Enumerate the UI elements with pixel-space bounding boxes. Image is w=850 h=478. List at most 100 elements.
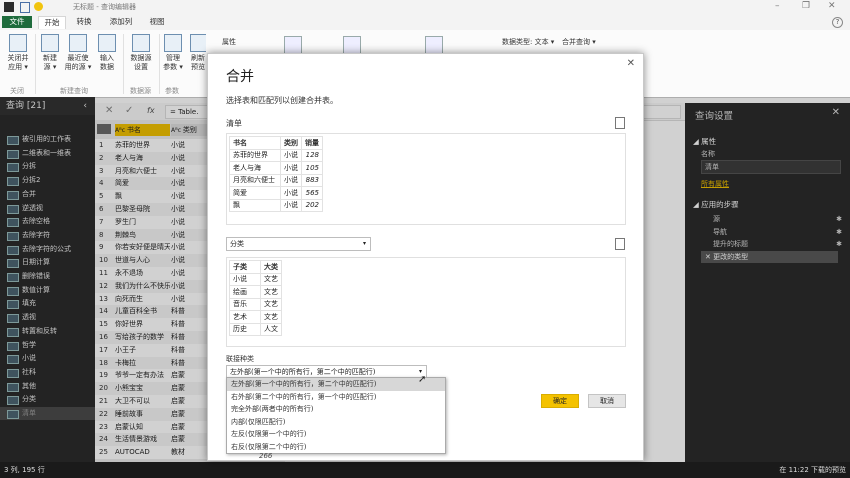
partial-cell-value: 266: [259, 452, 273, 460]
manage-columns-icon[interactable]: [284, 36, 302, 54]
join-kind-option[interactable]: 内部(仅限匹配行): [227, 416, 445, 429]
column-header[interactable]: 大类: [260, 260, 282, 274]
table-row: 音乐 文艺: [229, 297, 282, 311]
table-cell: 小说: [280, 198, 302, 212]
ribbon-tabs: 文件 开始 转换 添加列 视图 ?: [0, 14, 850, 30]
dialog-title: 合并: [226, 69, 254, 85]
table-cell: 飘: [229, 198, 281, 212]
mouse-cursor-icon: ➚: [418, 374, 427, 385]
join-kind-option[interactable]: 左外部(第一个中的所有行，第二个中的匹配行): [227, 378, 445, 391]
enter-data-button[interactable]: 输入 数据: [95, 34, 119, 72]
window-title: 无标题 - 查询编辑器: [73, 3, 136, 11]
gear-icon: [132, 34, 150, 52]
table-row: 简爱 小说 565: [229, 186, 323, 200]
table-cell: 小说: [280, 148, 302, 162]
tab-add-column[interactable]: 添加列: [104, 16, 138, 28]
table2-grid: 子类 大类 小说 文艺 绘画 文艺 音乐 文艺 艺术 文艺 历史 人文: [229, 260, 282, 336]
table-cell: 小说: [229, 272, 261, 286]
new-source-button[interactable]: 新建 源 ▾: [38, 34, 62, 72]
ok-button[interactable]: 确定: [541, 394, 579, 408]
table-cell: 105: [301, 161, 323, 175]
data-source-settings-button[interactable]: 数据源 设置: [126, 34, 156, 72]
cancel-button[interactable]: 取消: [588, 394, 626, 408]
tab-transform[interactable]: 转换: [70, 16, 98, 28]
column-header[interactable]: 子类: [229, 260, 261, 274]
table1-grid: 书名 类别 销量 苏菲的世界 小说 128 老人与海 小说 105 月亮和六便士 小说 883 简爱 小说…: [229, 136, 323, 212]
close-icon[interactable]: ✕: [828, 1, 836, 11]
table-icon: [98, 34, 116, 52]
join-kind-option[interactable]: 右外部(第二个中的所有行，第一个中的匹配行): [227, 391, 445, 404]
table1-name: 清单: [226, 119, 242, 128]
join-kind-option[interactable]: 完全外部(两者中的所有行): [227, 403, 445, 416]
keep-rows-icon[interactable]: [343, 36, 361, 54]
table-row: 历史 人文: [229, 322, 282, 336]
table-row: 老人与海 小说 105: [229, 161, 323, 175]
table-cell: 人文: [260, 322, 282, 336]
split-column-icon[interactable]: [425, 36, 443, 54]
table1-preview: 书名 类别 销量 苏菲的世界 小说 128 老人与海 小说 105 月亮和六便士 小说 883 简爱 小说…: [226, 133, 626, 225]
table-cell: 简爱: [229, 186, 281, 200]
status-preview-time: 在 11:22 下载的预览: [779, 466, 846, 474]
table-cell: 128: [301, 148, 323, 162]
tab-home[interactable]: 开始: [38, 16, 66, 29]
table2-select[interactable]: 分类 ▾: [226, 237, 371, 251]
table-cell: 文艺: [260, 310, 282, 324]
tab-file[interactable]: 文件: [2, 16, 32, 28]
table-row: 苏菲的世界 小说 128: [229, 148, 323, 162]
column-header[interactable]: 销量: [301, 136, 323, 150]
table-row: 小说 文艺: [229, 272, 282, 286]
help-icon[interactable]: ?: [832, 17, 843, 28]
table-header-row: 书名 类别 销量: [229, 136, 323, 150]
new-source-icon: [41, 34, 59, 52]
properties-button[interactable]: 属性: [222, 37, 236, 47]
table-cell: 883: [301, 173, 323, 187]
tab-view[interactable]: 视图: [144, 16, 170, 28]
table-cell: 音乐: [229, 297, 261, 311]
table-cell: 文艺: [260, 297, 282, 311]
table-cell: 小说: [280, 161, 302, 175]
dialog-subtitle: 选择表和匹配列以创建合并表。: [226, 96, 338, 105]
ribbon-separator: [123, 34, 124, 94]
table-cell: 月亮和六便士: [229, 173, 281, 187]
merge-dialog: 合并 ✕ 选择表和匹配列以创建合并表。 清单 书名 类别 销量 苏菲的世界 小说 128 老…: [207, 53, 644, 461]
table-header-row: 子类 大类: [229, 260, 282, 274]
document-icon[interactable]: [615, 238, 625, 250]
chevron-down-icon: ▾: [362, 240, 366, 247]
column-header[interactable]: 类别: [280, 136, 302, 150]
smiley-icon[interactable]: [34, 2, 43, 11]
join-kind-dropdown-list: 左外部(第一个中的所有行，第二个中的匹配行) 右外部(第二个中的所有行，第一个中的…: [226, 377, 446, 454]
parameters-icon: [164, 34, 182, 52]
table-cell: 老人与海: [229, 161, 281, 175]
table-cell: 历史: [229, 322, 261, 336]
ribbon-separator: [35, 34, 36, 94]
close-apply-button[interactable]: 关闭并 应用 ▾: [4, 34, 32, 72]
data-type-dropdown[interactable]: 数据类型: 文本 ▾: [502, 37, 554, 47]
restore-icon[interactable]: ❐: [802, 1, 810, 11]
close-icon[interactable]: ✕: [627, 58, 635, 69]
minimize-icon[interactable]: –: [775, 1, 780, 11]
group-data-source: 数据源: [130, 87, 151, 95]
column-header[interactable]: 书名: [229, 136, 281, 150]
table-cell: 202: [301, 198, 323, 212]
recent-sources-button[interactable]: 最近使 用的源 ▾: [63, 34, 93, 72]
table-cell: 文艺: [260, 272, 282, 286]
table-cell: 艺术: [229, 310, 261, 324]
group-close: 关闭: [10, 87, 24, 95]
group-parameters: 参数: [165, 87, 179, 95]
merge-queries-button[interactable]: 合并查询 ▾: [562, 37, 596, 47]
table-cell: 小说: [280, 186, 302, 200]
table2-preview: 子类 大类 小说 文艺 绘画 文艺 音乐 文艺 艺术 文艺 历史 人文: [226, 257, 626, 347]
table-cell: 绘画: [229, 285, 261, 299]
save-icon[interactable]: [20, 2, 30, 13]
table-cell: 文艺: [260, 285, 282, 299]
join-kind-label: 联接种类: [226, 355, 254, 363]
table-cell: 小说: [280, 173, 302, 187]
table-row: 飘小说 202: [229, 198, 323, 212]
join-kind-option[interactable]: 左反(仅限第一个中的行): [227, 428, 445, 441]
manage-parameters-button[interactable]: 管理 参数 ▾: [161, 34, 185, 72]
table-cell: 565: [301, 186, 323, 200]
group-new-query: 新建查询: [60, 87, 88, 95]
document-icon[interactable]: [615, 117, 625, 129]
refresh-preview-button[interactable]: 刷新 预览: [190, 34, 206, 72]
table-row: 艺术 文艺: [229, 310, 282, 324]
